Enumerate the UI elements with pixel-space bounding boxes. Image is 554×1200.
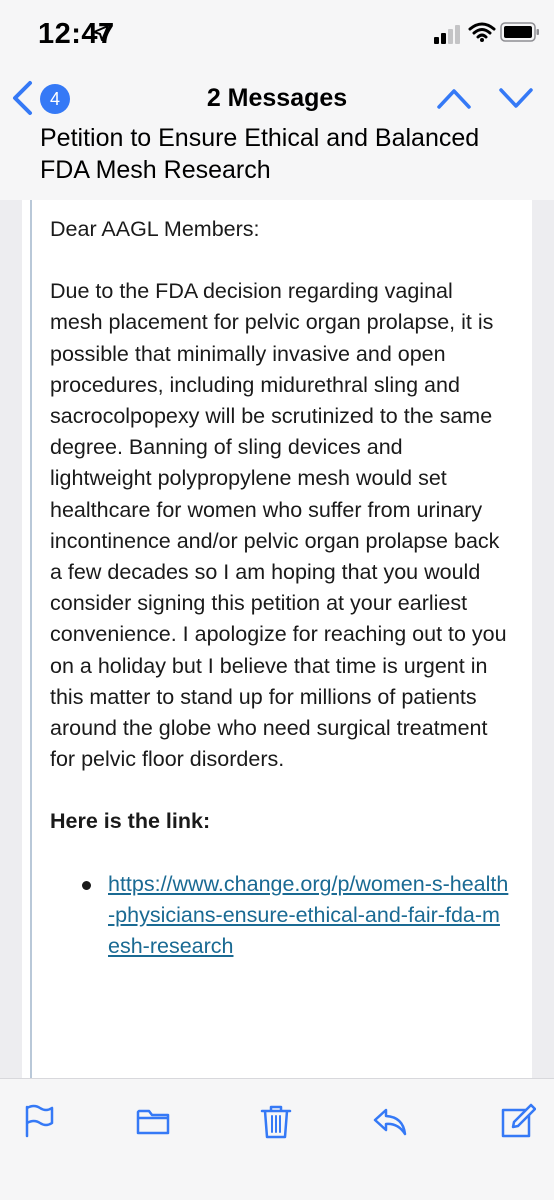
battery-icon: [500, 22, 539, 42]
message-body[interactable]: Dear AAGL Members: Due to the FDA decisi…: [0, 200, 554, 1078]
quote-margin-left: [0, 200, 22, 1078]
quote-margin-right: [532, 200, 554, 1078]
chevron-down-icon[interactable]: [498, 86, 534, 110]
bullet: [82, 880, 91, 890]
chevron-up-icon[interactable]: [436, 86, 472, 110]
quote-line: [30, 200, 32, 1078]
folder-icon[interactable]: [135, 1103, 171, 1139]
body-paragraph: Due to the FDA decision regarding vagina…: [50, 279, 507, 772]
greeting: Dear AAGL Members:: [50, 217, 260, 241]
trash-icon[interactable]: [258, 1103, 294, 1139]
status-bar: 12:47: [0, 0, 554, 64]
message-content: Dear AAGL Members: Due to the FDA decisi…: [50, 214, 510, 962]
link-list-item: https://www.change.org/p/women-s-health-…: [50, 869, 510, 963]
mail-screen: 12:47 4 2 Messages Petition to Ensure Et…: [0, 0, 554, 1200]
petition-link[interactable]: https://www.change.org/p/women-s-health-…: [108, 872, 508, 958]
cellular-signal-icon: [434, 25, 460, 44]
message-subject: Petition to Ensure Ethical and Balanced …: [40, 124, 480, 184]
location-arrow-icon: [93, 25, 109, 41]
flag-icon[interactable]: [22, 1103, 58, 1139]
bottom-toolbar: [0, 1078, 554, 1200]
wifi-icon: [468, 22, 496, 42]
compose-icon[interactable]: [500, 1103, 536, 1139]
message-header: 4 2 Messages Petition to Ensure Ethical …: [0, 64, 554, 201]
link-heading: Here is the link:: [50, 809, 211, 834]
reply-icon[interactable]: [372, 1103, 408, 1139]
